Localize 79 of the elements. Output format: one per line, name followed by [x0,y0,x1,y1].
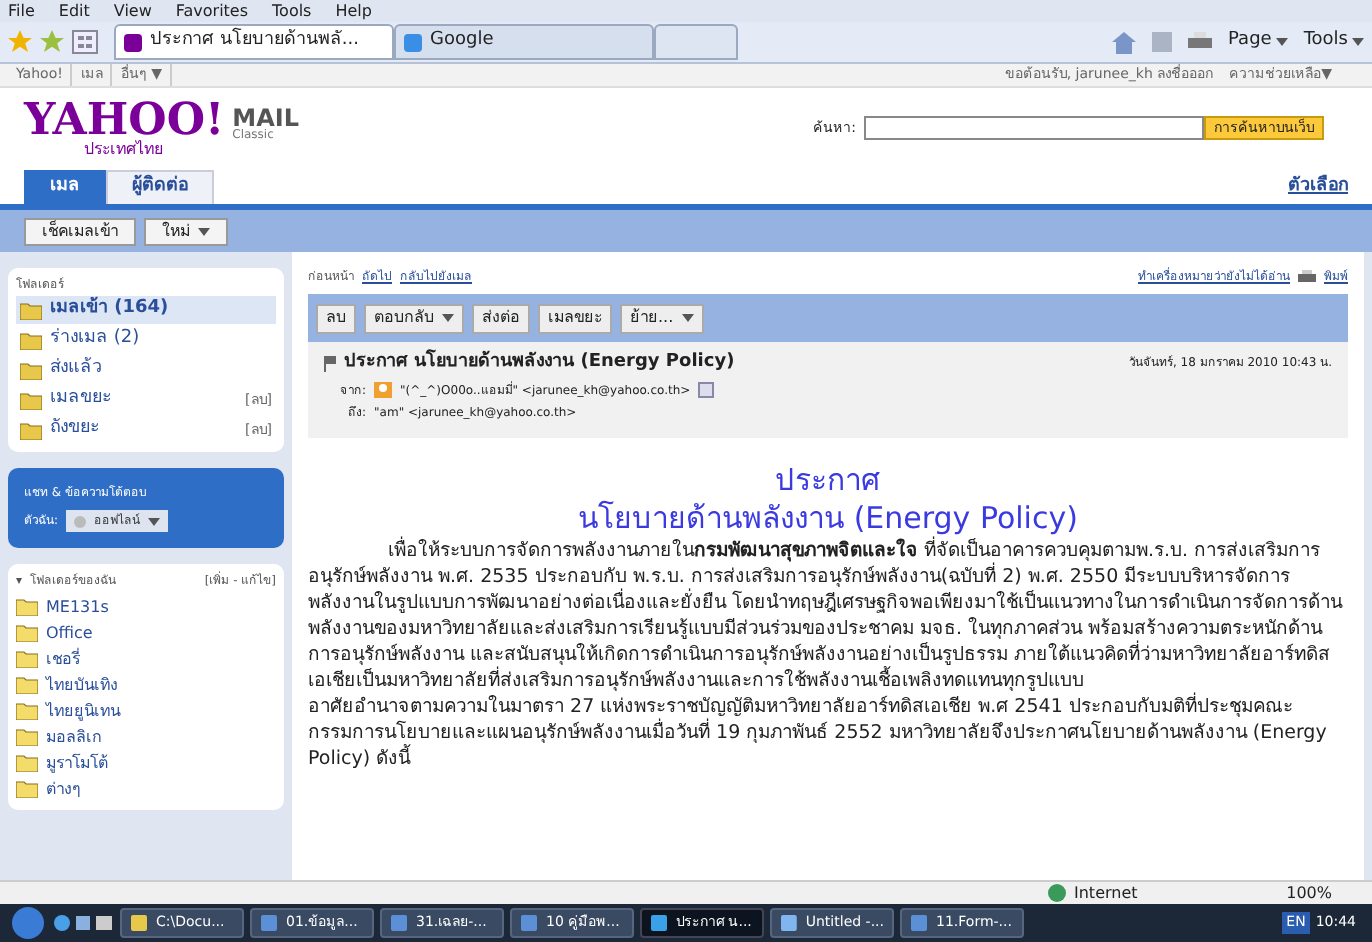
folder-icon [16,702,38,720]
document-icon [520,914,538,932]
folder-item[interactable]: ไทยบันเทิง [16,672,276,698]
folder-icon [16,780,38,798]
menu-item[interactable]: File [8,0,35,22]
menu-item[interactable]: Edit [58,0,90,22]
printer-icon[interactable] [1298,269,1316,285]
flag-icon[interactable] [324,355,336,372]
caret-icon [1275,38,1288,46]
folder-item[interactable]: ต่างๆ [16,776,276,802]
add-contact-icon[interactable] [698,382,715,398]
quick-tabs-icon[interactable] [72,30,98,54]
folder-icon [16,754,38,772]
action-button[interactable]: ใหม่ [144,217,228,245]
folder-icon [20,361,42,379]
new-tab[interactable] [654,24,738,60]
folder-item[interactable]: ไทยยูนิเทน [16,698,276,724]
add-favorite-icon[interactable] [40,30,64,54]
announcement-heading: ประกาศ [775,461,881,499]
message-subject: ประกาศ นโยบายด้านพลังงาน (Energy Policy) [344,350,735,376]
folder-icon [16,624,38,642]
message-paragraph: เพื่อให้ระบบการจัดการพลังงานภายในกรมพัฒนาสุขภาพจิตและใจ ที่จัดเป็นอาคารควบคุมตามพ.ร.บ. การส่งเสริมการอนุรักษ์พลังงาน พ.ศ. 2535 ประกอบกับ พ.ร.บ. การส่งเสริมการอนุรักษ์พลังงาน(ฉบับที่ 2) พ.ศ. 2550 มีระบบบริหารจัดการพลังงานในรูปแบบการพัฒนาอย่างต่อเนื่องและยั่งยืน โดยนำทฤษฎีเศรษฐกิจพอเพียงมาใช้เป็นแนวทางในการดำเนินการจัดการด้านพลังงานของมหาวิทยาลัยและส่งเสริมการเรียนรู้แบบมีส่วนร่วมของประชาคม มจธ. ในทุกภาคส่วน พร้อมสร้างความตระหนักด้านการอนุรักษ์พลังงาน และสนับสนุนให้เกิดการดำเนินการอนุรักษ์พลังงานอย่างเป็นรูปธรรม ภายใต้แนวคิดที่ว่ามหาวิทยาลัยอาร์ทดิสเอเชียเป็นมหาวิทยาลัยที่ส่งเสริมการอนุรักษ์พลังงานและการใช้พลังงานเชื้อเพลิงทดแทนทุกรูปแบบ [308,537,1345,692]
folder-item[interactable]: เชอรี่ [16,646,276,672]
mail-tab[interactable]: เมล [24,170,106,204]
browser-tab[interactable]: ประกาศ นโยบายด้านพลั... [114,24,394,60]
caret-icon [442,314,454,322]
folder-item[interactable]: Office [16,620,276,646]
folder-icon [20,331,42,349]
action-button[interactable]: เช็คเมลเข้า [24,217,136,245]
folder-item[interactable]: ส่งแล้ว [16,356,276,384]
options-link[interactable]: ตัวเลือก [1288,173,1348,200]
folder-icon [20,391,42,409]
caret-icon [148,517,161,525]
browser-icon [650,914,668,932]
toolbar-button[interactable]: เมลขยะ [538,303,612,333]
start-button-icon[interactable] [8,906,48,940]
command-menu[interactable]: Tools [1303,28,1364,56]
avatar-icon [374,382,393,398]
site-icon [124,33,142,51]
document-icon [780,914,798,932]
folder-icon [130,914,148,932]
folder-icon [16,728,38,746]
document-icon [910,914,928,932]
menu-item[interactable]: Tools [272,0,312,22]
toolbar-button[interactable]: ย้าย... [620,303,704,333]
document-icon [260,914,278,932]
security-zone: Internet [1074,881,1138,905]
folder-icon [16,650,38,668]
message-paragraph: อาศัยอำนาจตามความในมาตรา 27 แห่งพระราชบัญญัติมหาวิทยาลัยอาร์ทดิสเอเชีย พ.ศ 2541 ประกอบกับมติที่ประชุมคณะกรรมการนโยบายและแผนอนุรักษ์พลังงานเมื่อวันที่ 19 กุมภาพันธ์ 2552 มหาวิทยาลัยจึงประกาศนโยบายด้านพลังงาน (Energy Policy) ดังนี้ [308,693,1329,771]
folder-icon [20,301,42,319]
folder-item[interactable]: มอลลิเก [16,724,276,750]
printer-icon[interactable] [1188,32,1213,52]
globe-icon [1048,884,1066,902]
zoom-level[interactable]: 100% [1286,881,1332,905]
caret-icon [681,314,694,322]
search-field[interactable] [864,116,1204,140]
toolbar-button[interactable]: ส่งต่อ [472,303,530,333]
mail-tab[interactable]: ผู้ติดต่อ [106,170,214,204]
browser-tab[interactable]: Google [394,24,654,60]
folder-icon [16,676,38,694]
toolbar-button[interactable]: ตอบกลับ [364,303,464,333]
caret-icon [198,227,210,235]
folder-item[interactable]: ME131s [16,594,276,620]
folder-icon [20,421,42,439]
menu-item[interactable]: Favorites [175,0,249,22]
caret-icon [1352,38,1364,46]
menu-item[interactable]: Help [335,0,372,22]
folder-icon [16,598,38,616]
favorites-star-icon[interactable] [8,30,32,54]
command-menu[interactable]: Page [1228,28,1288,56]
folder-item[interactable]: ร่างเมล (2) [16,326,276,354]
document-icon [390,914,408,932]
menu-item[interactable]: View [113,0,152,22]
toolbar-button[interactable]: ลบ [316,303,356,333]
folder-item[interactable]: เมลเข้า (164) [16,296,276,324]
site-icon [404,33,422,51]
home-icon[interactable] [1112,31,1137,53]
folder-item[interactable]: มูราโมโต้ [16,750,276,776]
announcement-heading: นโยบายด้านพลังงาน (Energy Policy) [578,499,1078,536]
